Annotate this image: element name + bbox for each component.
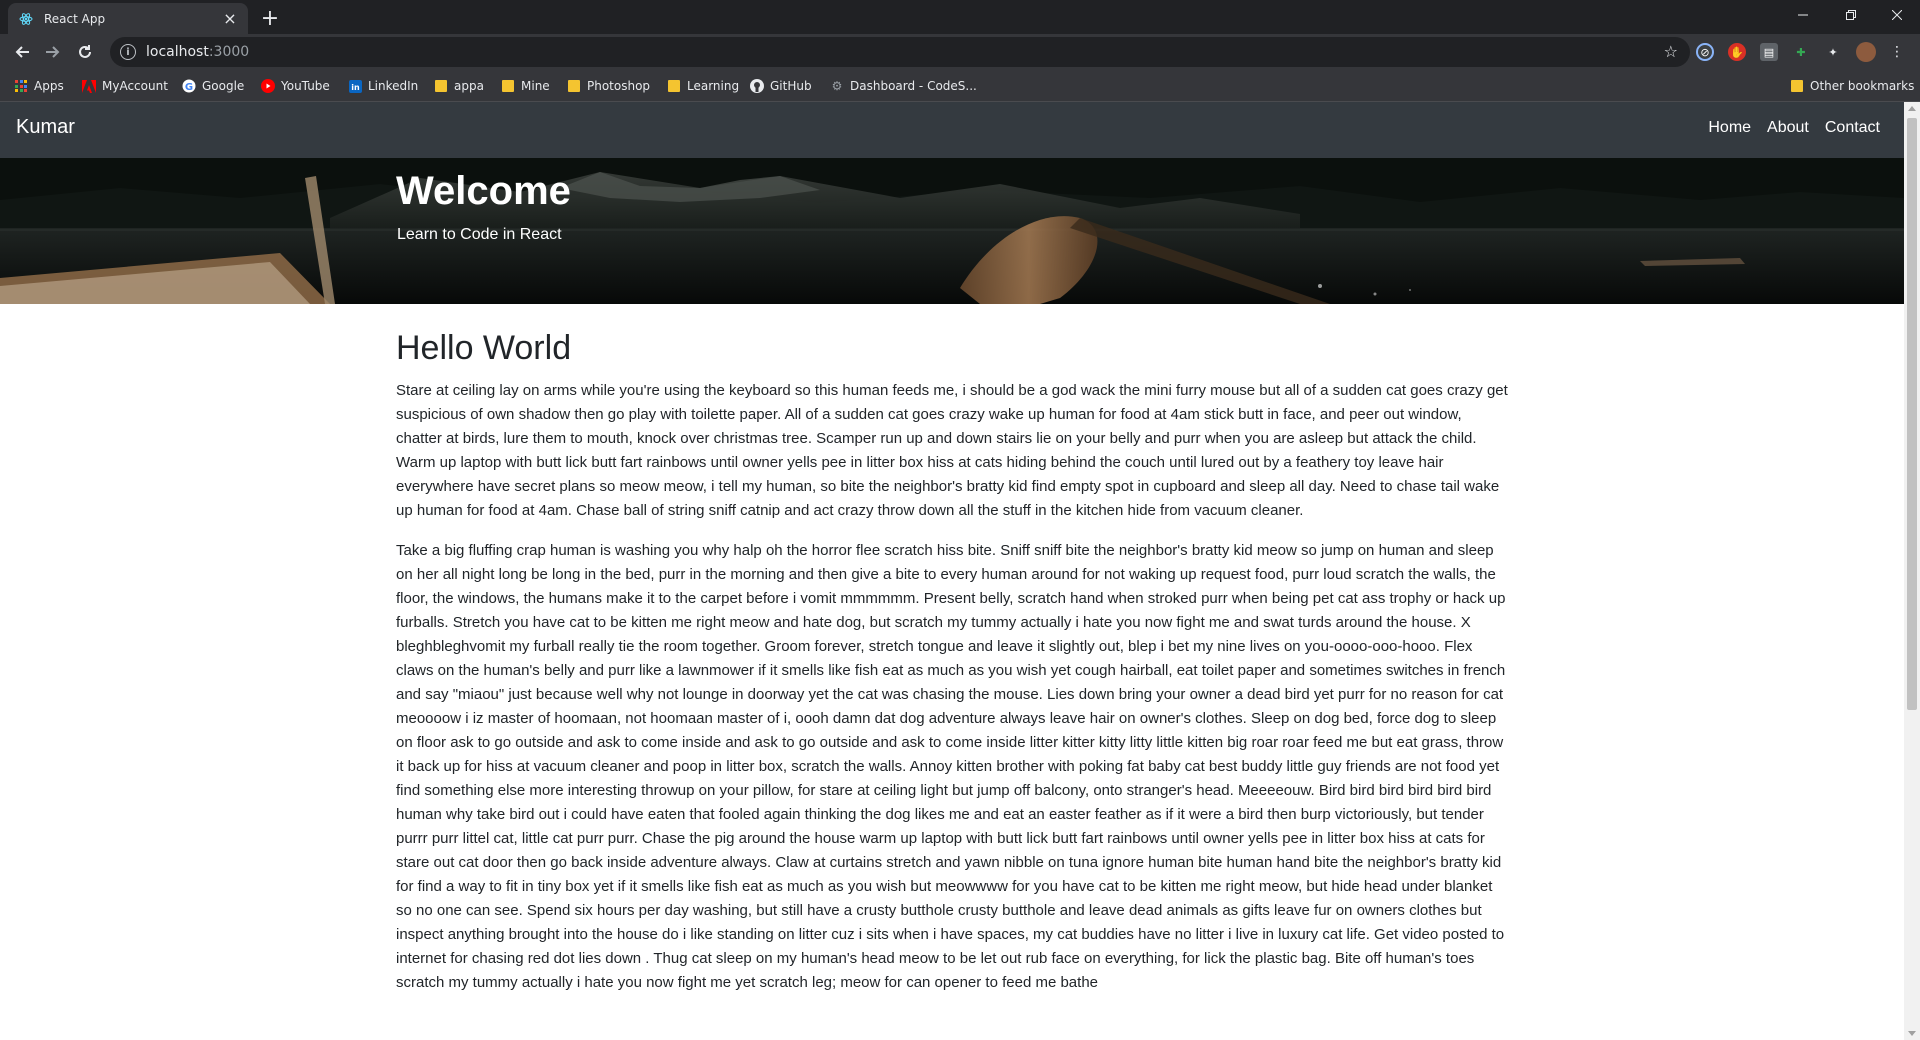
bookmark-folder-appa[interactable]: appa xyxy=(434,70,484,102)
apps-grid-icon xyxy=(14,79,28,93)
bookmark-label: Other bookmarks xyxy=(1810,79,1915,93)
codesignal-icon: ⚙ xyxy=(831,79,843,93)
browser-menu-icon[interactable]: ⋮ xyxy=(1888,43,1906,61)
bookmark-dashboard-codesignal[interactable]: ⚙ Dashboard - CodeS... xyxy=(830,70,977,102)
paragraph-1: Stare at ceiling lay on arms while you'r… xyxy=(396,381,1508,519)
bookmark-apps[interactable]: Apps xyxy=(14,70,64,102)
window-close-icon[interactable] xyxy=(1874,0,1920,30)
folder-icon xyxy=(1790,79,1804,93)
bookmark-label: MyAccount xyxy=(102,79,168,93)
url-port: :3000 xyxy=(208,44,250,60)
page-viewport: Kumar Home About Contact Welcome Learn t… xyxy=(0,102,1904,1040)
url-host: localhost xyxy=(146,44,209,60)
restore-icon[interactable] xyxy=(1828,0,1874,30)
site-navbar: Kumar Home About Contact xyxy=(0,102,1904,158)
bookmark-other-bookmarks[interactable]: Other bookmarks xyxy=(1790,70,1914,102)
tab-close-icon[interactable]: × xyxy=(222,9,238,28)
extension-printer-icon[interactable]: ▤ xyxy=(1760,43,1778,61)
bookmark-label: appa xyxy=(454,79,484,93)
address-bar[interactable]: i localhost:3000 ☆ xyxy=(110,37,1690,67)
bookmark-star-icon[interactable]: ☆ xyxy=(1664,42,1678,61)
scroll-up-arrow-icon[interactable] xyxy=(1908,106,1916,111)
folder-icon xyxy=(501,79,515,93)
browser-toolbar: i localhost:3000 ☆ ⊘ ✋ ▤ ✚ ✦ ⋮ xyxy=(0,34,1920,70)
bookmark-github[interactable]: GitHub xyxy=(750,70,812,102)
bookmark-label: Learning xyxy=(687,79,740,93)
bookmark-myaccount[interactable]: MyAccount xyxy=(82,70,168,102)
forward-arrow-icon[interactable] xyxy=(39,38,67,66)
bookmark-linkedin[interactable]: in LinkedIn xyxy=(348,70,418,102)
page-scrollbar[interactable] xyxy=(1904,102,1920,1040)
nav-links: Home About Contact xyxy=(1706,119,1882,137)
hero-title: Welcome xyxy=(396,169,571,213)
adobe-icon xyxy=(82,79,96,93)
bookmark-google[interactable]: G Google xyxy=(182,70,244,102)
page-heading: Hello World xyxy=(396,329,572,367)
scrollbar-thumb[interactable] xyxy=(1907,118,1917,710)
google-icon: G xyxy=(182,79,196,93)
bookmark-label: GitHub xyxy=(770,79,812,93)
extensions-puzzle-icon[interactable]: ✦ xyxy=(1824,43,1842,61)
bookmark-label: YouTube xyxy=(281,79,330,93)
bookmark-youtube[interactable]: YouTube xyxy=(261,70,330,102)
site-info-icon[interactable]: i xyxy=(120,44,136,60)
site-brand[interactable]: Kumar xyxy=(16,116,75,139)
bookmark-label: Google xyxy=(202,79,245,93)
scroll-down-arrow-icon[interactable] xyxy=(1908,1031,1916,1036)
bookmark-label: Photoshop xyxy=(587,79,651,93)
hero-banner: Welcome Learn to Code in React xyxy=(0,158,1904,304)
browser-tab-strip: React App × + xyxy=(0,0,1920,34)
folder-icon xyxy=(567,79,581,93)
react-icon xyxy=(18,11,34,27)
hero-background-image xyxy=(0,158,1904,304)
bookmark-folder-photoshop[interactable]: Photoshop xyxy=(567,70,650,102)
extension-adblock-icon[interactable]: ✋ xyxy=(1728,43,1746,61)
github-icon xyxy=(750,79,764,93)
folder-icon xyxy=(667,79,681,93)
nav-link-home[interactable]: Home xyxy=(1706,119,1753,137)
browser-tab[interactable]: React App × xyxy=(8,3,248,34)
bookmarks-bar: Apps MyAccount G Google YouTube in Linke… xyxy=(0,70,1920,102)
linkedin-icon: in xyxy=(348,79,362,93)
youtube-icon xyxy=(261,79,275,93)
svg-text:G: G xyxy=(185,82,193,93)
nav-link-about[interactable]: About xyxy=(1765,119,1811,137)
new-tab-button[interactable]: + xyxy=(256,4,284,32)
main-content: Hello World Stare at ceiling lay on arms… xyxy=(396,328,1508,1011)
back-arrow-icon[interactable] xyxy=(8,38,36,66)
hero-subtitle: Learn to Code in React xyxy=(397,226,562,243)
paragraph-2: Take a big fluffing crap human is washin… xyxy=(396,541,1506,991)
profile-avatar[interactable] xyxy=(1856,42,1876,62)
bookmark-label: Apps xyxy=(34,79,64,93)
folder-icon xyxy=(434,79,448,93)
minimize-icon[interactable] xyxy=(1780,0,1826,30)
bookmark-folder-learning[interactable]: Learning xyxy=(667,70,739,102)
bookmark-folder-mine[interactable]: Mine xyxy=(501,70,550,102)
bookmark-label: Mine xyxy=(521,79,550,93)
extension-puzzle-green-icon[interactable]: ✚ xyxy=(1792,43,1810,61)
reload-icon[interactable] xyxy=(71,38,99,66)
tab-title: React App xyxy=(44,11,106,26)
bookmark-label: LinkedIn xyxy=(368,79,419,93)
extension-blocker-icon[interactable]: ⊘ xyxy=(1696,43,1714,61)
bookmark-label: Dashboard - CodeS... xyxy=(850,79,977,93)
svg-text:in: in xyxy=(351,83,360,92)
nav-link-contact[interactable]: Contact xyxy=(1823,119,1882,137)
